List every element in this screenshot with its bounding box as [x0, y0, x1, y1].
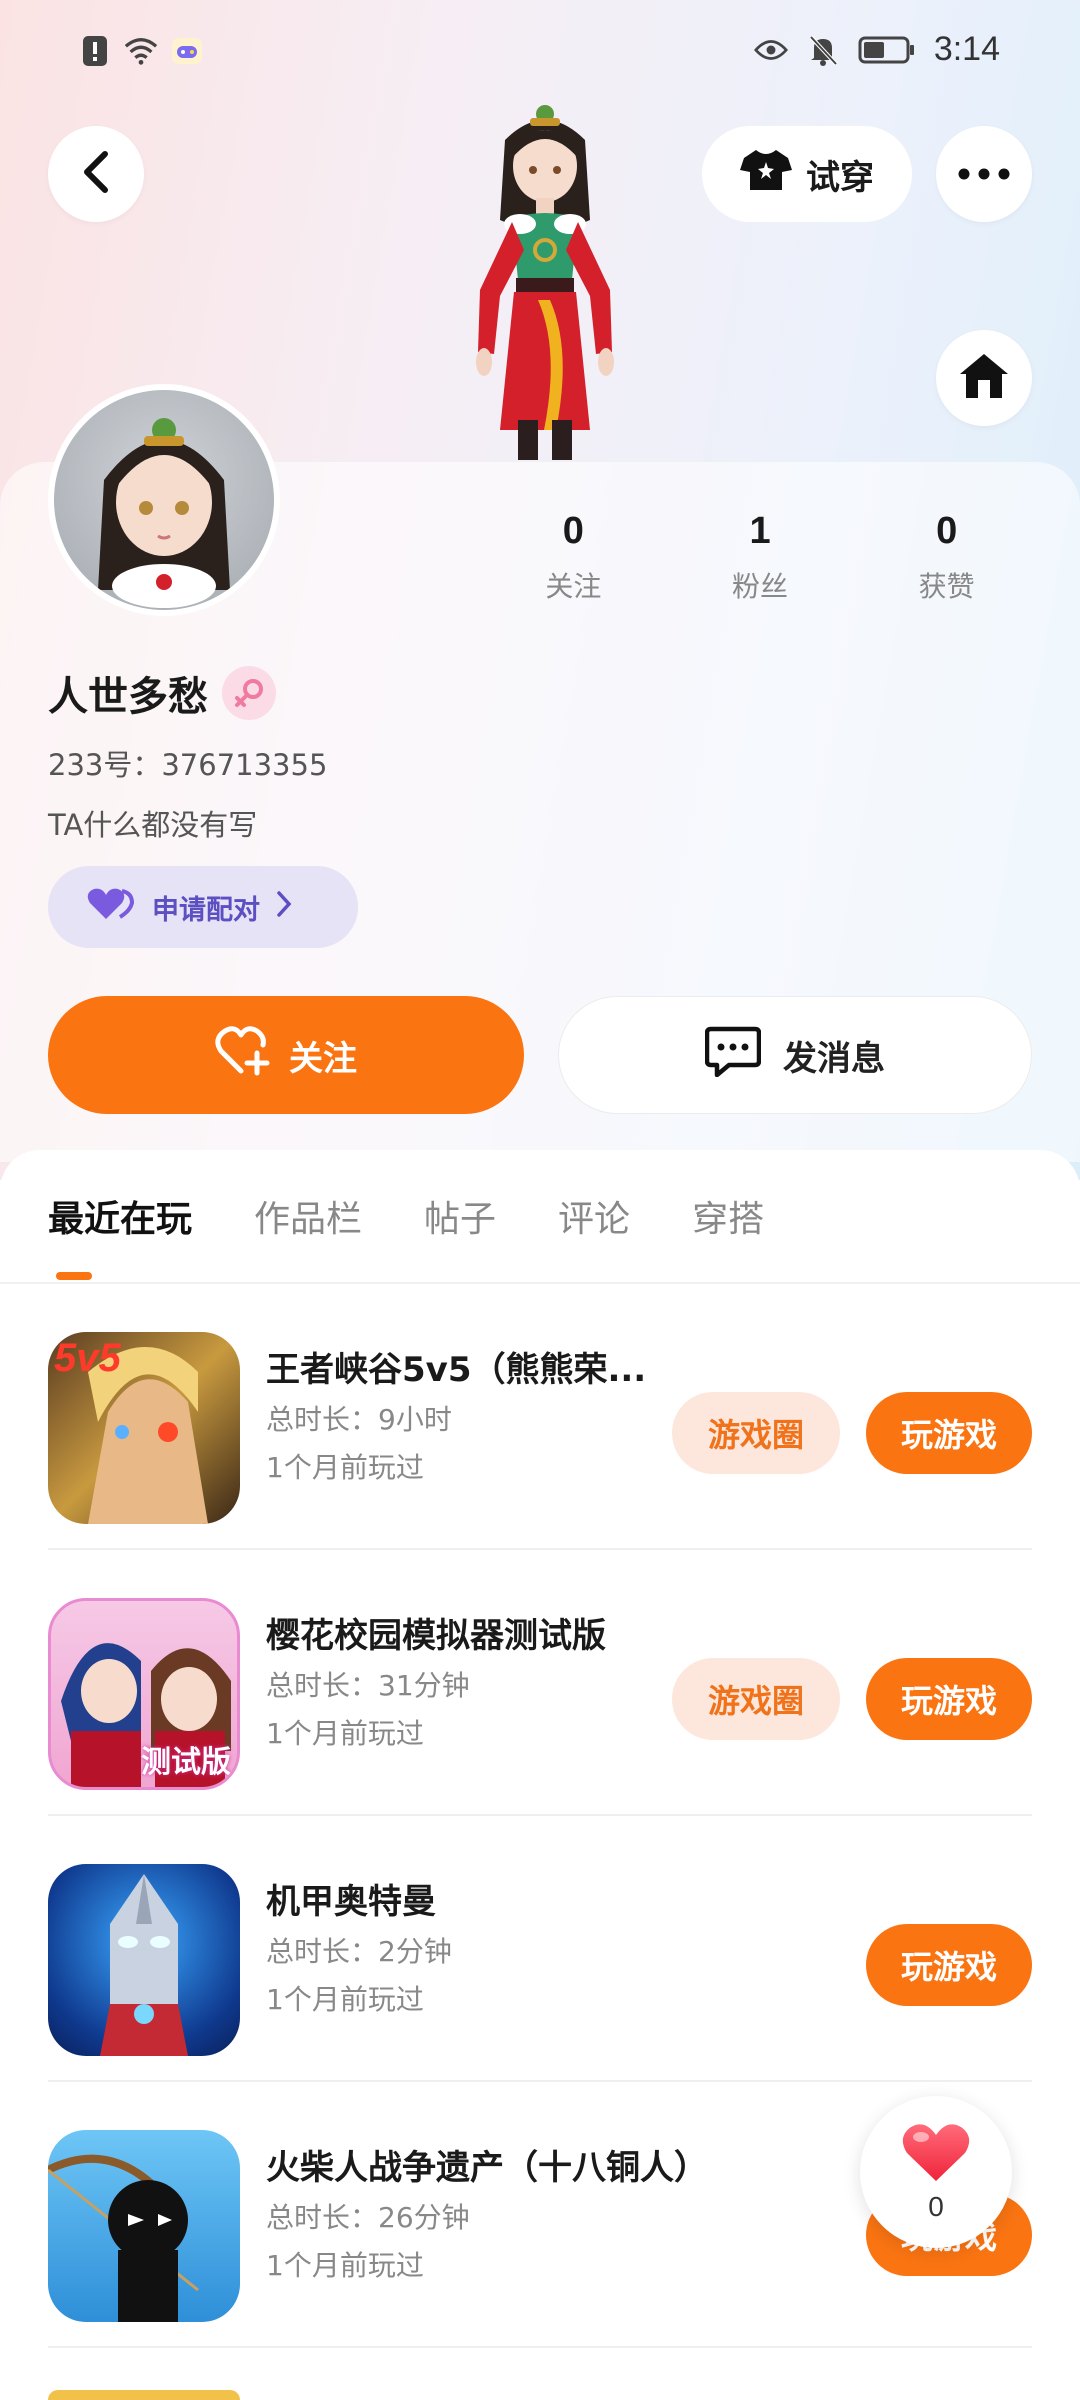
stat-number: 0: [562, 510, 584, 552]
chevron-right-icon: [276, 890, 292, 925]
stat-following[interactable]: 0 关注: [480, 510, 667, 605]
bell-muted-icon: [806, 33, 840, 67]
game-list-item[interactable]: 机甲奥特曼 总时长：2分钟 1个月前玩过 玩游戏: [48, 1816, 1032, 2082]
game-icon[interactable]: 5v5: [48, 1332, 240, 1524]
user-id: 233号：376713355: [48, 748, 328, 782]
profile-stats: 0 关注 1 粉丝 0 获赞: [480, 510, 1040, 605]
stat-fans[interactable]: 1 粉丝: [667, 510, 854, 605]
like-floating-button[interactable]: 0: [860, 2096, 1012, 2248]
pair-request-button[interactable]: 申请配对: [48, 866, 358, 948]
game-duration: 总时长：31分钟: [266, 1669, 470, 1702]
back-icon: [81, 150, 111, 198]
game-last-played: 1个月前玩过: [266, 2249, 424, 2282]
game-badge: 测试版: [141, 1745, 231, 1780]
shirt-icon: [740, 148, 792, 201]
stat-label: 获赞: [918, 570, 975, 603]
game-duration: 总时长：26分钟: [266, 2201, 470, 2234]
heart-icon: [901, 2121, 971, 2187]
pair-label: 申请配对: [152, 894, 260, 926]
heart-pair-icon: [86, 887, 136, 928]
stat-label: 关注: [545, 570, 602, 603]
stat-number: 0: [936, 510, 958, 552]
tab-recent[interactable]: 最近在玩: [48, 1190, 192, 1242]
alert-icon: [78, 34, 112, 68]
follow-label: 关注: [289, 1038, 357, 1079]
clock: 3:14: [933, 30, 1000, 68]
avatar[interactable]: [48, 384, 280, 616]
stat-number: 1: [749, 510, 771, 552]
more-button[interactable]: [936, 126, 1032, 222]
follow-button[interactable]: 关注: [48, 996, 524, 1114]
home-icon: [958, 352, 1010, 404]
game-list-item[interactable]: 测试版 樱花校园模拟器测试版 总时长：31分钟 1个月前玩过 游戏圈 玩游戏: [48, 1550, 1032, 1816]
user-name: 人世多愁: [48, 674, 208, 720]
female-icon: [222, 666, 276, 720]
chat-icon: [704, 1025, 762, 1086]
play-game-button[interactable]: 玩游戏: [866, 1924, 1032, 2006]
tab-indicator: [56, 1272, 92, 1280]
game-icon[interactable]: [48, 2390, 240, 2400]
more-icon: [958, 165, 1010, 184]
stat-label: 粉丝: [732, 570, 789, 603]
game-duration: 总时长：2分钟: [266, 1935, 452, 1968]
game-title: 火柴人战争遗产（十八铜人）: [266, 2148, 708, 2188]
game-list-item[interactable]: 5v5 王者峡谷5v5（熊熊荣... 总时长：9小时 1个月前玩过 游戏圈 玩游…: [48, 1284, 1032, 1550]
message-label: 发消息: [783, 1038, 885, 1079]
name-row: 人世多愁: [48, 664, 276, 722]
like-count: 0: [928, 2191, 944, 2222]
game-last-played: 1个月前玩过: [266, 1451, 424, 1484]
game-title: 机甲奥特曼: [266, 1882, 436, 1922]
stat-likes[interactable]: 0 获赞: [853, 510, 1040, 605]
status-bar: 3:14: [0, 0, 1080, 110]
game-mode-icon: [170, 34, 204, 68]
game-title: 王者峡谷5v5（熊熊荣...: [266, 1350, 647, 1390]
game-title: 樱花校园模拟器测试版: [266, 1616, 606, 1656]
game-badge: 5v5: [54, 1336, 121, 1380]
game-last-played: 1个月前玩过: [266, 1983, 424, 2016]
battery-icon: [858, 33, 916, 67]
game-circle-button[interactable]: 游戏圈: [672, 1658, 840, 1740]
wifi-icon: [124, 34, 158, 68]
back-button[interactable]: [48, 126, 144, 222]
avatar-figure[interactable]: [420, 100, 670, 460]
game-icon[interactable]: [48, 1864, 240, 2056]
play-game-button[interactable]: 玩游戏: [866, 1658, 1032, 1740]
game-last-played: 1个月前玩过: [266, 1717, 424, 1750]
message-button[interactable]: 发消息: [558, 996, 1032, 1114]
divider: [48, 2346, 1032, 2348]
user-bio: TA什么都没有写: [48, 808, 258, 842]
game-icon[interactable]: [48, 2130, 240, 2322]
home-button[interactable]: [936, 330, 1032, 426]
tab-outfits[interactable]: 穿搭: [692, 1190, 764, 1242]
game-icon[interactable]: 测试版: [48, 1598, 240, 1790]
game-duration: 总时长：9小时: [266, 1403, 452, 1436]
heart-plus-icon: [215, 1025, 271, 1086]
play-game-button[interactable]: 玩游戏: [866, 1392, 1032, 1474]
tab-works[interactable]: 作品栏: [254, 1190, 362, 1242]
tab-bar: 最近在玩 作品栏 帖子 评论 穿搭: [48, 1190, 764, 1242]
eye-icon: [753, 33, 788, 67]
tryon-button[interactable]: 试穿: [702, 126, 912, 222]
game-circle-button[interactable]: 游戏圈: [672, 1392, 840, 1474]
tab-posts[interactable]: 帖子: [424, 1190, 496, 1242]
tryon-label: 试穿: [806, 157, 874, 198]
tab-comments[interactable]: 评论: [558, 1190, 630, 1242]
